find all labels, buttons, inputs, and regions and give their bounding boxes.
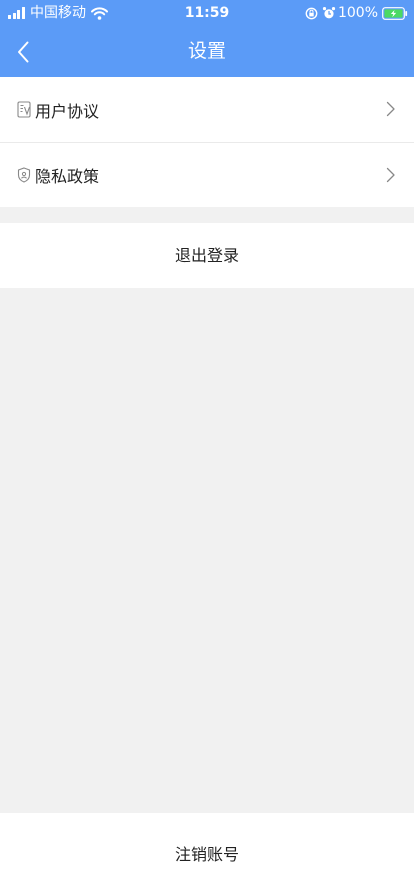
page-title: 设置	[187, 40, 226, 62]
alarm-icon	[322, 7, 336, 19]
battery-charging-icon	[382, 6, 408, 20]
settings-menu: 用户协议 隐私政策	[0, 77, 414, 207]
delete-account-button[interactable]: 注销账号	[0, 813, 414, 896]
battery-percent: 100%	[337, 5, 378, 21]
orientation-lock-icon	[305, 7, 318, 19]
menu-item-privacy-policy[interactable]: 隐私政策	[0, 142, 414, 207]
navigation-bar: 设置	[0, 26, 414, 77]
chevron-right-icon	[386, 101, 395, 117]
status-bar-right: 100%	[305, 4, 408, 22]
user-agreement-label: 用户协议	[35, 101, 100, 121]
chevron-right-icon	[386, 167, 395, 183]
status-bar: 中国移动 11:59 100%	[0, 0, 414, 26]
privacy-policy-label: 隐私政策	[35, 167, 100, 186]
logout-button[interactable]: 退出登录	[0, 223, 414, 288]
user-agreement-icon	[16, 101, 32, 119]
menu-item-user-agreement[interactable]: 用户协议	[0, 77, 414, 142]
privacy-shield-icon	[16, 166, 32, 184]
app-header: 中国移动 11:59 100% 设置	[0, 0, 414, 77]
